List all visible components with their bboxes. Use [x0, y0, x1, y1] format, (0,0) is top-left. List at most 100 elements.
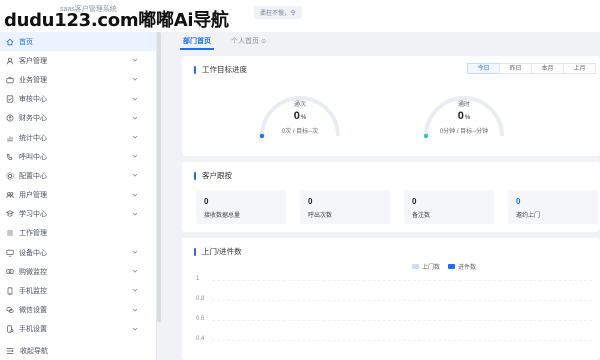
sidebar-item-device[interactable]: 设备中心 — [0, 243, 156, 262]
collapse-icon — [6, 348, 14, 354]
monitor-icon — [6, 268, 14, 276]
y-tick: 0.4 — [196, 336, 205, 342]
range-tab-yesterday[interactable]: 昨日 — [499, 63, 532, 74]
range-tab-today[interactable]: 今日 — [467, 63, 500, 74]
sidebar-item-study[interactable]: 学习中心 — [0, 205, 156, 224]
gauge-value: 0% — [457, 110, 471, 122]
stat-outbound-calls[interactable]: 0 呼出次数 — [300, 190, 390, 224]
card-title: 工作目标进度 — [194, 64, 247, 75]
sidebar-item-label: 审核中心 — [19, 96, 47, 104]
sidebar-item-label: 配置中心 — [19, 172, 47, 180]
range-tab-last-month[interactable]: 上月 — [563, 63, 596, 74]
y-tick: 0.8 — [196, 296, 205, 302]
gauge-value: 0% — [293, 110, 307, 122]
sidebar-item-user[interactable]: 客户管理 — [0, 51, 156, 70]
card-title: 客户跟按 — [194, 170, 232, 181]
legend-swatch — [448, 264, 456, 269]
range-tab-this-month[interactable]: 本月 — [531, 63, 564, 74]
sidebar-item-config[interactable]: 配置中心 — [0, 166, 156, 185]
stats-icon — [6, 134, 14, 142]
phone-icon — [6, 153, 14, 161]
sidebar-item-label: 微信设置 — [19, 307, 47, 315]
sidebar: 首页客户管理业务管理审核中心财务中心统计中心呼叫中心配置中心用户管理学习中心工作… — [0, 32, 157, 360]
tab-personal-home[interactable]: 个人首页 ⊙ — [228, 34, 269, 50]
title-accent-bar — [194, 247, 196, 256]
finance-icon — [6, 114, 14, 122]
sidebar-item-users[interactable]: 用户管理 — [0, 186, 156, 205]
audit-icon — [6, 95, 14, 103]
chevron-down-icon — [132, 289, 138, 293]
chevron-down-icon — [132, 58, 138, 62]
sidebar-item-label: 设备中心 — [19, 249, 47, 257]
title-accent-bar — [194, 171, 196, 180]
sidebar-item-wechat[interactable]: 微信设置 — [0, 301, 156, 320]
stat-label: 备注数 — [412, 213, 431, 219]
work-target-card: 工作目标进度 今日 昨日 本月 上月 通次 0% 0次 / 目标--次 通时 0… — [182, 56, 600, 156]
gauge-label: 通时 — [457, 102, 470, 108]
y-tick: 0.6 — [196, 316, 205, 322]
stat-received-total[interactable]: 0 接收数据总量 — [196, 190, 286, 224]
stat-value: 0 — [412, 197, 417, 206]
range-tabs: 今日 昨日 本月 上月 — [467, 63, 596, 74]
stat-value: 0 — [308, 197, 313, 206]
sidebar-item-briefcase[interactable]: 业务管理 — [0, 70, 156, 89]
stat-label: 呼出次数 — [308, 213, 333, 219]
sidebar-item-label: 手机监控 — [19, 288, 47, 296]
legend-item-submissions[interactable]: 进件数 — [448, 262, 476, 271]
top-bar: saas客户管理系统 柔柱不慢，令 dudu123.com嘟嘟Ai导航 — [0, 0, 600, 32]
sidebar-item-finance[interactable]: 财务中心 — [0, 109, 156, 128]
sidebar-item-audit[interactable]: 审核中心 — [0, 90, 156, 109]
chevron-down-icon — [132, 327, 138, 331]
sidebar-item-label: 手机设置 — [19, 326, 47, 334]
study-icon — [6, 210, 14, 218]
sidebar-item-mobile[interactable]: 手机监控 — [0, 281, 156, 300]
stat-value: 0 — [204, 197, 209, 206]
close-icon[interactable]: ⊙ — [261, 39, 266, 45]
stat-invited-visits[interactable]: 0 邀约上门 — [508, 190, 598, 224]
chevron-down-icon — [132, 97, 138, 101]
chart-legend: 上门数 进件数 — [412, 262, 484, 271]
wechat-icon — [6, 306, 14, 314]
followup-title: 客户跟按 — [202, 171, 232, 180]
sidebar-item-label: 购微监控 — [19, 268, 47, 276]
notice-bar[interactable]: 柔柱不慢，令 — [254, 6, 303, 19]
tab-label: 部门首页 — [183, 38, 211, 45]
briefcase-icon — [6, 76, 14, 84]
sidebar-item-stats[interactable]: 统计中心 — [0, 128, 156, 147]
grid-line — [212, 300, 592, 301]
config-icon — [6, 172, 14, 180]
grid-line — [212, 340, 592, 341]
chevron-down-icon — [132, 250, 138, 254]
users-icon — [6, 191, 14, 199]
gauge-subtext: 0分钟 / 目标--分钟 — [439, 129, 489, 135]
sidebar-item-label: 首页 — [19, 38, 33, 46]
user-icon — [6, 57, 14, 65]
call-count-gauge: 通次 0% 0次 / 目标--次 — [250, 84, 350, 164]
work-icon — [6, 229, 14, 237]
sidebar-item-label: 工作管理 — [19, 230, 47, 238]
sidebar-item-label: 统计中心 — [19, 134, 47, 142]
legend-label: 进件数 — [458, 265, 477, 271]
sidebar-item-home[interactable]: 首页 — [0, 32, 156, 52]
sidebar-menu: 首页客户管理业务管理审核中心财务中心统计中心呼叫中心配置中心用户管理学习中心工作… — [0, 32, 156, 339]
tab-department-home[interactable]: 部门首页 — [180, 34, 214, 50]
sidebar-item-label: 客户管理 — [19, 57, 47, 65]
gauge-label: 通次 — [293, 102, 306, 108]
legend-item-visits[interactable]: 上门数 — [412, 262, 440, 271]
sidebar-item-label: 呼叫中心 — [19, 153, 47, 161]
call-duration-gauge: 通时 0% 0分钟 / 目标--分钟 — [414, 84, 514, 164]
stat-notes[interactable]: 0 备注数 — [404, 190, 494, 224]
sidebar-item-mobile-settings[interactable]: 手机设置 — [0, 320, 156, 339]
sidebar-item-label: 用户管理 — [19, 192, 47, 200]
sidebar-scrollbar[interactable] — [157, 32, 161, 322]
sidebar-item-phone[interactable]: 呼叫中心 — [0, 147, 156, 166]
collapse-nav-label: 收起导航 — [20, 348, 48, 355]
chevron-down-icon — [132, 78, 138, 81]
chevron-down-icon — [132, 174, 138, 177]
chevron-down-icon — [132, 193, 138, 197]
grid-line — [212, 280, 592, 281]
sidebar-item-monitor[interactable]: 购微监控 — [0, 262, 156, 281]
sidebar-item-work[interactable]: 工作管理 — [0, 224, 156, 243]
title-accent-bar — [194, 65, 196, 74]
collapse-nav-button[interactable]: 收起导航 — [6, 346, 48, 356]
